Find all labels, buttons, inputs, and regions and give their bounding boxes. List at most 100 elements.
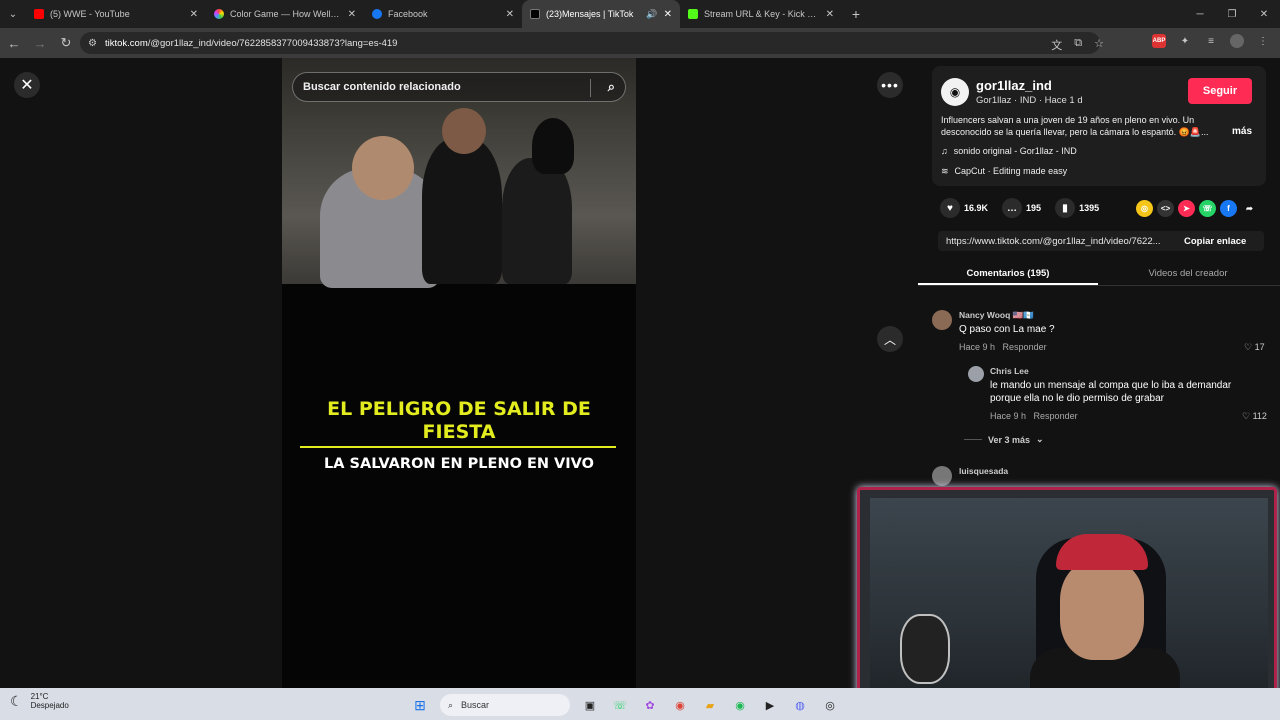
weather-widget[interactable]: ☾ 21°C Despejado	[10, 692, 69, 710]
comment-author[interactable]: Chris Lee	[990, 366, 1029, 376]
adblock-icon[interactable]: ABP	[1152, 34, 1166, 48]
speaker-icon[interactable]: 🔊	[646, 9, 657, 20]
creator-avatar[interactable]: ◉	[941, 78, 969, 106]
music-label: sonido original - Gor1llaz - IND	[953, 146, 1077, 156]
close-icon[interactable]: ✕	[190, 9, 198, 20]
tab-facebook[interactable]: Facebook ✕	[364, 0, 522, 28]
embed-icon[interactable]: <>	[1157, 200, 1174, 217]
spotify-icon[interactable]: ◉	[730, 695, 750, 715]
task-view-icon[interactable]: ▣	[580, 695, 600, 715]
obs-icon[interactable]: ◎	[820, 695, 840, 715]
like-button[interactable]: ♥ 16.9K	[940, 198, 988, 218]
person-figure	[502, 158, 572, 284]
back-arrow-icon[interactable]: ←	[2, 31, 26, 55]
kebab-menu-icon[interactable]: ⋮	[1256, 34, 1270, 48]
reply-button[interactable]: Responder	[1003, 342, 1047, 352]
close-icon[interactable]: ✕	[664, 9, 672, 20]
discord-icon[interactable]: ◍	[790, 695, 810, 715]
comment-like-count: 17	[1254, 342, 1265, 352]
more-options-button[interactable]: •••	[877, 72, 903, 98]
more-link[interactable]: más	[1232, 126, 1252, 137]
tab-label: Stream URL & Key - Kick Dashbo	[704, 9, 820, 19]
url-input[interactable]: ⚙ tiktok.com/@gor1llaz_ind/video/7622858…	[80, 32, 1100, 54]
previous-video-button[interactable]: ︿	[877, 326, 903, 352]
site-info-icon[interactable]: ⚙	[88, 38, 97, 49]
save-count: 1395	[1079, 203, 1100, 213]
weather-status: Despejado	[30, 701, 69, 710]
close-video-button[interactable]: ✕	[14, 72, 40, 98]
comment-author[interactable]: Nancy Wooq 🇺🇸🇬🇹	[959, 310, 1034, 321]
comment-button[interactable]: … 195	[1002, 198, 1041, 218]
forward-arrow-icon[interactable]: →	[28, 31, 52, 55]
omnibox-actions: 文 ⧉ ☆	[1051, 37, 1104, 53]
maximize-icon[interactable]: ❐	[1216, 0, 1248, 28]
profile-avatar[interactable]	[1230, 34, 1244, 48]
music-row[interactable]: ♫ sonido original - Gor1llaz - IND	[941, 146, 1077, 156]
close-icon[interactable]: ✕	[826, 9, 834, 20]
capcut-icon: ≋	[941, 166, 949, 176]
file-explorer-icon[interactable]: ▰	[700, 695, 720, 715]
comment-tabs: Comentarios (195) Videos del creador	[918, 262, 1280, 286]
chrome-icon[interactable]: ◉	[670, 695, 690, 715]
headline-divider	[300, 446, 616, 448]
puzzle-extensions-icon[interactable]: ✦	[1178, 34, 1192, 48]
person-head	[442, 108, 486, 154]
comment-like[interactable]: ♡ 112	[1242, 411, 1267, 422]
close-window-icon[interactable]: ✕	[1248, 0, 1280, 28]
avatar[interactable]	[932, 466, 952, 486]
streamer-webcam-overlay	[857, 487, 1277, 715]
creator-username[interactable]: gor1llaz_ind	[976, 78, 1052, 93]
color-wheel-icon	[214, 9, 224, 19]
comment-like[interactable]: ♡ 17	[1244, 342, 1265, 353]
webcam-scene	[870, 498, 1268, 712]
capcut-label: CapCut · Editing made easy	[954, 166, 1068, 176]
facebook-share-icon[interactable]: f	[1220, 200, 1237, 217]
video-subline: LA SALVARON EN PLENO EN VIVO	[324, 456, 594, 472]
whatsapp-icon[interactable]: ☏	[1199, 200, 1216, 217]
taskbar-search[interactable]: ⌕ Buscar	[440, 694, 570, 716]
follow-button[interactable]: Seguir	[1188, 78, 1252, 104]
coin-icon[interactable]: ◎	[1136, 200, 1153, 217]
tab-comments[interactable]: Comentarios (195)	[918, 262, 1098, 285]
install-app-icon[interactable]: ⧉	[1074, 37, 1082, 53]
media-controls-icon[interactable]: ≡	[1204, 34, 1218, 48]
comment-count: 195	[1026, 203, 1042, 213]
tiktok-icon	[530, 9, 540, 19]
related-search-input[interactable]: Buscar contenido relacionado ⌕	[292, 72, 626, 102]
windows-start-icon[interactable]: ⊞	[410, 695, 430, 715]
whatsapp-taskbar-icon[interactable]: ☏	[610, 695, 630, 715]
comment-item: luisquesada	[932, 466, 1272, 486]
copy-link-row: https://www.tiktok.com/@gor1llaz_ind/vid…	[938, 231, 1264, 251]
media-app-icon[interactable]: ▶	[760, 695, 780, 715]
reload-icon[interactable]: ↻	[54, 31, 78, 55]
save-button[interactable]: ▮ 1395	[1055, 198, 1099, 218]
new-tab-button[interactable]: +	[842, 6, 870, 22]
translate-icon[interactable]: 文	[1051, 37, 1062, 53]
capcut-row[interactable]: ≋ CapCut · Editing made easy	[941, 166, 1067, 177]
search-icon[interactable]: ⌕	[608, 79, 615, 95]
streamer-face	[1060, 560, 1144, 660]
comment-author[interactable]: luisquesada	[959, 466, 1008, 476]
minimize-icon[interactable]: ─	[1184, 0, 1216, 28]
video-player[interactable]: Buscar contenido relacionado ⌕ EL PELIGR…	[282, 58, 636, 688]
close-icon[interactable]: ✕	[348, 9, 356, 20]
tab-color-game[interactable]: Color Game — How Well Can You ✕	[206, 0, 364, 28]
reply-button[interactable]: Responder	[1034, 411, 1078, 421]
tab-creator-videos[interactable]: Videos del creador	[1098, 262, 1278, 285]
tab-youtube[interactable]: (5) WWE - YouTube ✕	[26, 0, 206, 28]
video-headline: EL PELIGRO DE SALIR DE FIESTA	[327, 398, 591, 443]
send-icon[interactable]: ➤	[1178, 200, 1195, 217]
close-icon[interactable]: ✕	[506, 9, 514, 20]
tab-tiktok[interactable]: (23)Mensajes | TikTok 🔊 ✕	[522, 0, 680, 28]
window-controls: ─ ❐ ✕	[1184, 0, 1280, 28]
bookmark-star-icon[interactable]: ☆	[1094, 37, 1104, 53]
copilot-icon[interactable]: ✿	[640, 695, 660, 715]
avatar[interactable]	[968, 366, 984, 382]
copy-link-button[interactable]: Copiar enlace	[1184, 236, 1246, 247]
share-arrow-icon[interactable]: ➦	[1241, 200, 1258, 217]
tab-kick[interactable]: Stream URL & Key - Kick Dashbo ✕	[680, 0, 842, 28]
view-more-replies[interactable]: Ver 3 más ⌄	[964, 434, 1044, 445]
red-cap	[1056, 534, 1148, 570]
tab-search-chevron-icon[interactable]: ⌄	[0, 0, 26, 28]
avatar[interactable]	[932, 310, 952, 330]
